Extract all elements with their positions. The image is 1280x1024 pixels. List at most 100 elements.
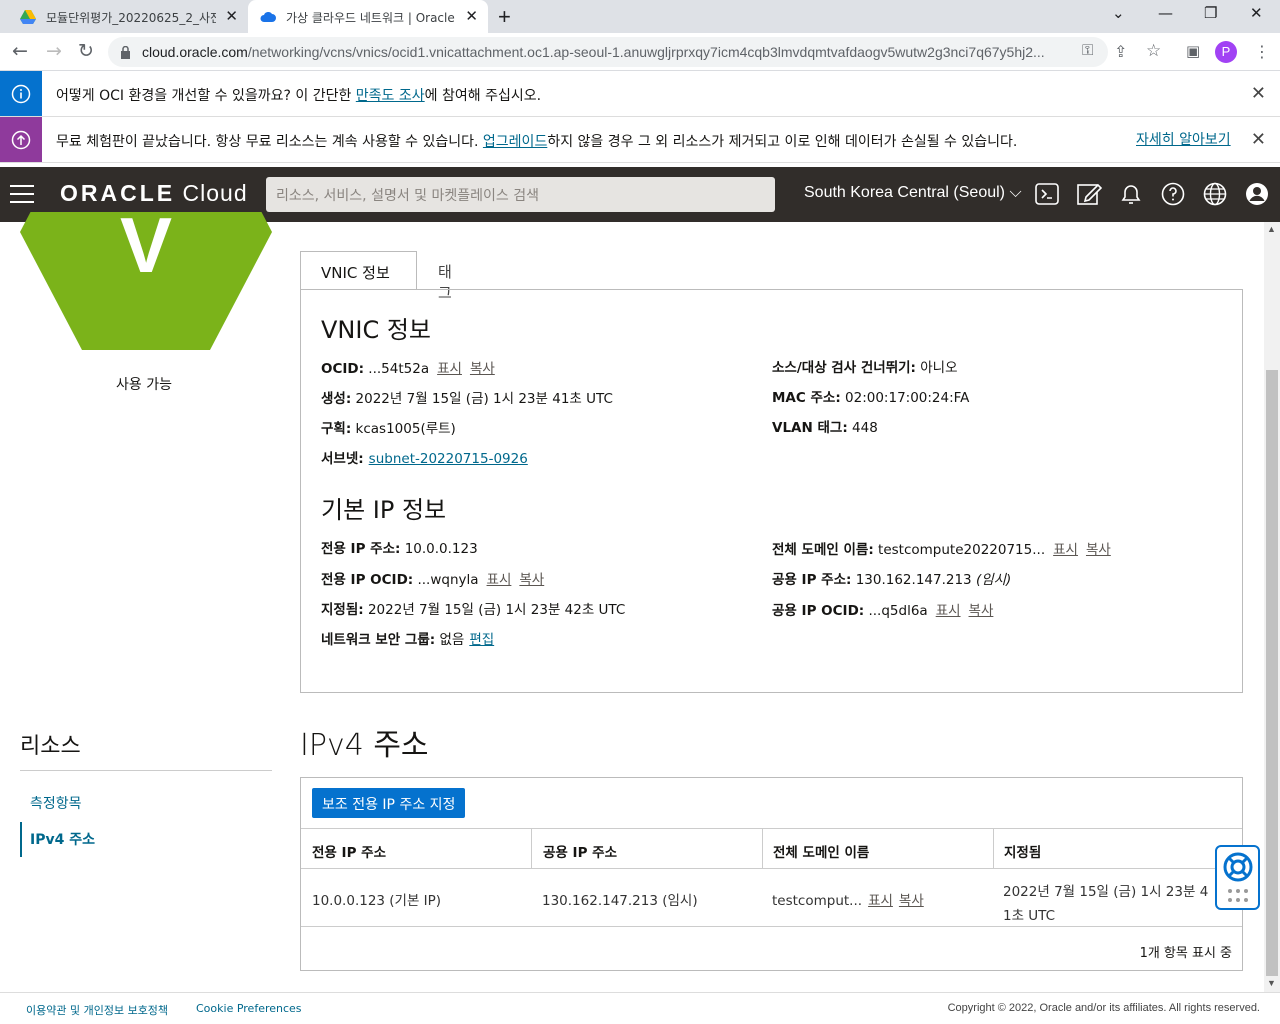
resources-heading: 리소스 xyxy=(20,734,81,759)
browser-tab-oracle[interactable]: 가상 클라우드 네트워크 | Oracle ✕ xyxy=(248,0,488,33)
created-row: 생성: 2022년 7월 15일 (금) 1시 23분 41초 UTC xyxy=(321,391,613,407)
page-scrollbar[interactable]: ▲ ▼ xyxy=(1264,222,1280,992)
address-bar-row: ← → ↻ cloud.oracle.com/networking/vcns/v… xyxy=(0,33,1280,71)
cell-fqdn: testcomput... 표시 복사 xyxy=(772,893,924,909)
status-label: 사용 가능 xyxy=(116,377,172,393)
notification-bell-icon[interactable] xyxy=(1118,181,1144,207)
info-icon xyxy=(11,84,31,104)
copyright-text: Copyright © 2022, Oracle and/or its affi… xyxy=(947,1002,1260,1014)
table-header: 전용 IP 주소 공용 IP 주소 전체 도메인 이름 지정됨 xyxy=(301,828,1242,869)
subnet-link[interactable]: subnet-20220715-0926 xyxy=(369,451,528,467)
show-link[interactable]: 표시 xyxy=(936,603,961,619)
ipv4-table: 보조 전용 IP 주소 지정 전용 IP 주소 공용 IP 주소 전체 도메인 … xyxy=(300,777,1243,971)
edit-feedback-icon[interactable] xyxy=(1076,181,1102,207)
copy-link[interactable]: 복사 xyxy=(519,572,544,588)
column-header[interactable]: 공용 IP 주소 xyxy=(543,841,617,861)
url-field[interactable]: cloud.oracle.com/networking/vcns/vnics/o… xyxy=(108,37,1108,67)
search-input[interactable]: 리소스, 서비스, 설명서 및 마켓플레이스 검색 xyxy=(266,177,775,212)
close-tab-icon[interactable]: ✕ xyxy=(465,7,478,25)
copy-link[interactable]: 복사 xyxy=(969,603,994,619)
ocid-row: OCID: ...54t52a 표시 복사 xyxy=(321,361,495,377)
browser-tab-drive[interactable]: 모듈단위평가_20220625_2_사전 ✕ xyxy=(8,0,248,33)
sidebar-item-ipv4[interactable]: IPv4 주소 xyxy=(30,829,95,849)
show-link[interactable]: 표시 xyxy=(437,361,462,377)
column-header[interactable]: 지정됨 xyxy=(1004,841,1041,861)
learn-more-link[interactable]: 자세히 알아보기 xyxy=(1136,129,1231,149)
window-close-icon[interactable]: ✕ xyxy=(1250,4,1263,22)
lock-icon xyxy=(121,46,130,59)
show-link[interactable]: 표시 xyxy=(868,893,893,909)
assign-secondary-ip-button[interactable]: 보조 전용 IP 주소 지정 xyxy=(312,788,466,818)
public-ip-row: 공용 IP 주소: 130.162.147.213 (임시) xyxy=(772,572,1012,588)
new-tab-icon[interactable]: + xyxy=(498,4,511,30)
item-count: 1개 항목 표시 중 xyxy=(1139,946,1232,961)
tab-tags[interactable]: 태그 xyxy=(418,251,472,302)
svg-text:V: V xyxy=(120,212,172,289)
tab-vnic-info[interactable]: VNIC 정보 xyxy=(300,251,417,290)
page-footer: 이용약관 및 개인정보 보호정책 Cookie Preferences Copy… xyxy=(0,992,1280,1024)
close-icon[interactable]: ✕ xyxy=(1251,129,1266,150)
cell-assigned: 2022년 7월 15일 (금) 1시 23분 4 1초 UTC xyxy=(1003,884,1209,924)
private-ip-ocid-row: 전용 IP OCID: ...wqnyla 표시 복사 xyxy=(321,572,545,588)
show-link[interactable]: 표시 xyxy=(1053,542,1078,558)
column-header[interactable]: 전용 IP 주소 xyxy=(312,841,386,861)
mac-row: MAC 주소: 02:00:17:00:24:FA xyxy=(772,390,970,406)
cloud-shell-icon[interactable] xyxy=(1034,181,1060,207)
region-selector[interactable]: South Korea Central (Seoul) ⌵ xyxy=(804,184,1022,202)
upgrade-icon xyxy=(11,130,31,150)
close-tab-icon[interactable]: ✕ xyxy=(225,7,238,25)
survey-link[interactable]: 만족도 조사 xyxy=(356,88,425,104)
tab-title: 가상 클라우드 네트워크 | Oracle xyxy=(286,11,455,25)
bookmark-star-icon[interactable]: ☆ xyxy=(1146,41,1161,61)
show-link[interactable]: 표시 xyxy=(487,572,512,588)
share-icon[interactable]: ⇪ xyxy=(1114,42,1127,61)
scroll-down-icon[interactable]: ▼ xyxy=(1267,978,1276,988)
help-lifebuoy-widget[interactable] xyxy=(1215,845,1260,910)
forward-icon[interactable]: → xyxy=(46,40,62,62)
trial-text: 무료 체험판이 끝났습니다. 항상 무료 리소스는 계속 사용할 수 있습니다.… xyxy=(56,134,1018,150)
browser-tab-bar: 모듈단위평가_20220625_2_사전 ✕ 가상 클라우드 네트워크 | Or… xyxy=(0,0,1280,33)
tab-search-icon[interactable]: ⌄ xyxy=(1112,4,1125,22)
assigned-row: 지정됨: 2022년 7월 15일 (금) 1시 23분 42초 UTC xyxy=(321,602,626,618)
language-globe-icon[interactable] xyxy=(1202,181,1228,207)
scroll-up-icon[interactable]: ▲ xyxy=(1267,224,1276,234)
ipv4-heading: IPv4 주소 xyxy=(300,728,429,763)
help-icon[interactable] xyxy=(1160,181,1186,207)
more-menu-icon[interactable]: ⋮ xyxy=(1254,42,1270,61)
private-ip-row: 전용 IP 주소: 10.0.0.123 xyxy=(321,541,478,557)
terms-link[interactable]: 이용약관 및 개인정보 보호정책 xyxy=(26,1002,168,1018)
cookie-preferences-link[interactable]: Cookie Preferences xyxy=(196,1002,302,1015)
chevron-down-icon: ⌵ xyxy=(1009,184,1022,201)
scrollbar-thumb[interactable] xyxy=(1266,370,1278,976)
vnic-info-heading: VNIC 정보 xyxy=(321,316,431,344)
copy-link[interactable]: 복사 xyxy=(1086,542,1111,558)
edit-link[interactable]: 편집 xyxy=(469,632,494,648)
table-row: 10.0.0.123 (기본 IP) 130.162.147.213 (임시) … xyxy=(301,869,1242,927)
public-ip-ocid-row: 공용 IP OCID: ...q5dl6a 표시 복사 xyxy=(772,603,994,619)
profile-avatar[interactable]: P xyxy=(1215,41,1237,63)
hamburger-menu-icon[interactable] xyxy=(10,185,34,209)
vnic-info-panel: VNIC 정보 OCID: ...54t52a 표시 복사 생성: 2022년 7월… xyxy=(300,289,1243,693)
reload-icon[interactable]: ↻ xyxy=(78,40,94,62)
skip-check-row: 소스/대상 검사 건너뛰기: 아니오 xyxy=(772,360,958,376)
upgrade-link[interactable]: 업그레이드 xyxy=(483,134,547,150)
cell-private-ip: 10.0.0.123 (기본 IP) xyxy=(312,893,442,909)
column-header[interactable]: 전체 도메인 이름 xyxy=(773,841,869,861)
drag-handle-icon[interactable] xyxy=(1227,888,1249,904)
compartment-row: 구획: kcas1005(루트) xyxy=(321,421,456,437)
trial-banner: 무료 체험판이 끝났습니다. 항상 무료 리소스는 계속 사용할 수 있습니다.… xyxy=(0,117,1280,163)
key-icon[interactable]: ⚿ xyxy=(1082,42,1093,59)
side-panel-icon[interactable]: ▣ xyxy=(1186,42,1200,60)
sidebar-item-metrics[interactable]: 측정항목 xyxy=(30,793,82,813)
oracle-cloud-logo[interactable]: ORACLE Cloud xyxy=(60,180,248,207)
close-icon[interactable]: ✕ xyxy=(1251,83,1266,104)
back-icon[interactable]: ← xyxy=(12,40,28,62)
nsg-row: 네트워크 보안 그룹: 없음 편집 xyxy=(321,632,495,648)
user-profile-icon[interactable] xyxy=(1244,181,1270,207)
survey-banner: 어떻게 OCI 환경을 개선할 수 있을까요? 이 간단한 만족도 조사에 참여… xyxy=(0,71,1280,117)
survey-text: 어떻게 OCI 환경을 개선할 수 있을까요? 이 간단한 만족도 조사에 참여… xyxy=(56,88,542,104)
minimize-icon[interactable]: — xyxy=(1158,4,1173,22)
copy-link[interactable]: 복사 xyxy=(899,893,924,909)
copy-link[interactable]: 복사 xyxy=(470,361,495,377)
maximize-icon[interactable]: ❐ xyxy=(1204,4,1217,22)
